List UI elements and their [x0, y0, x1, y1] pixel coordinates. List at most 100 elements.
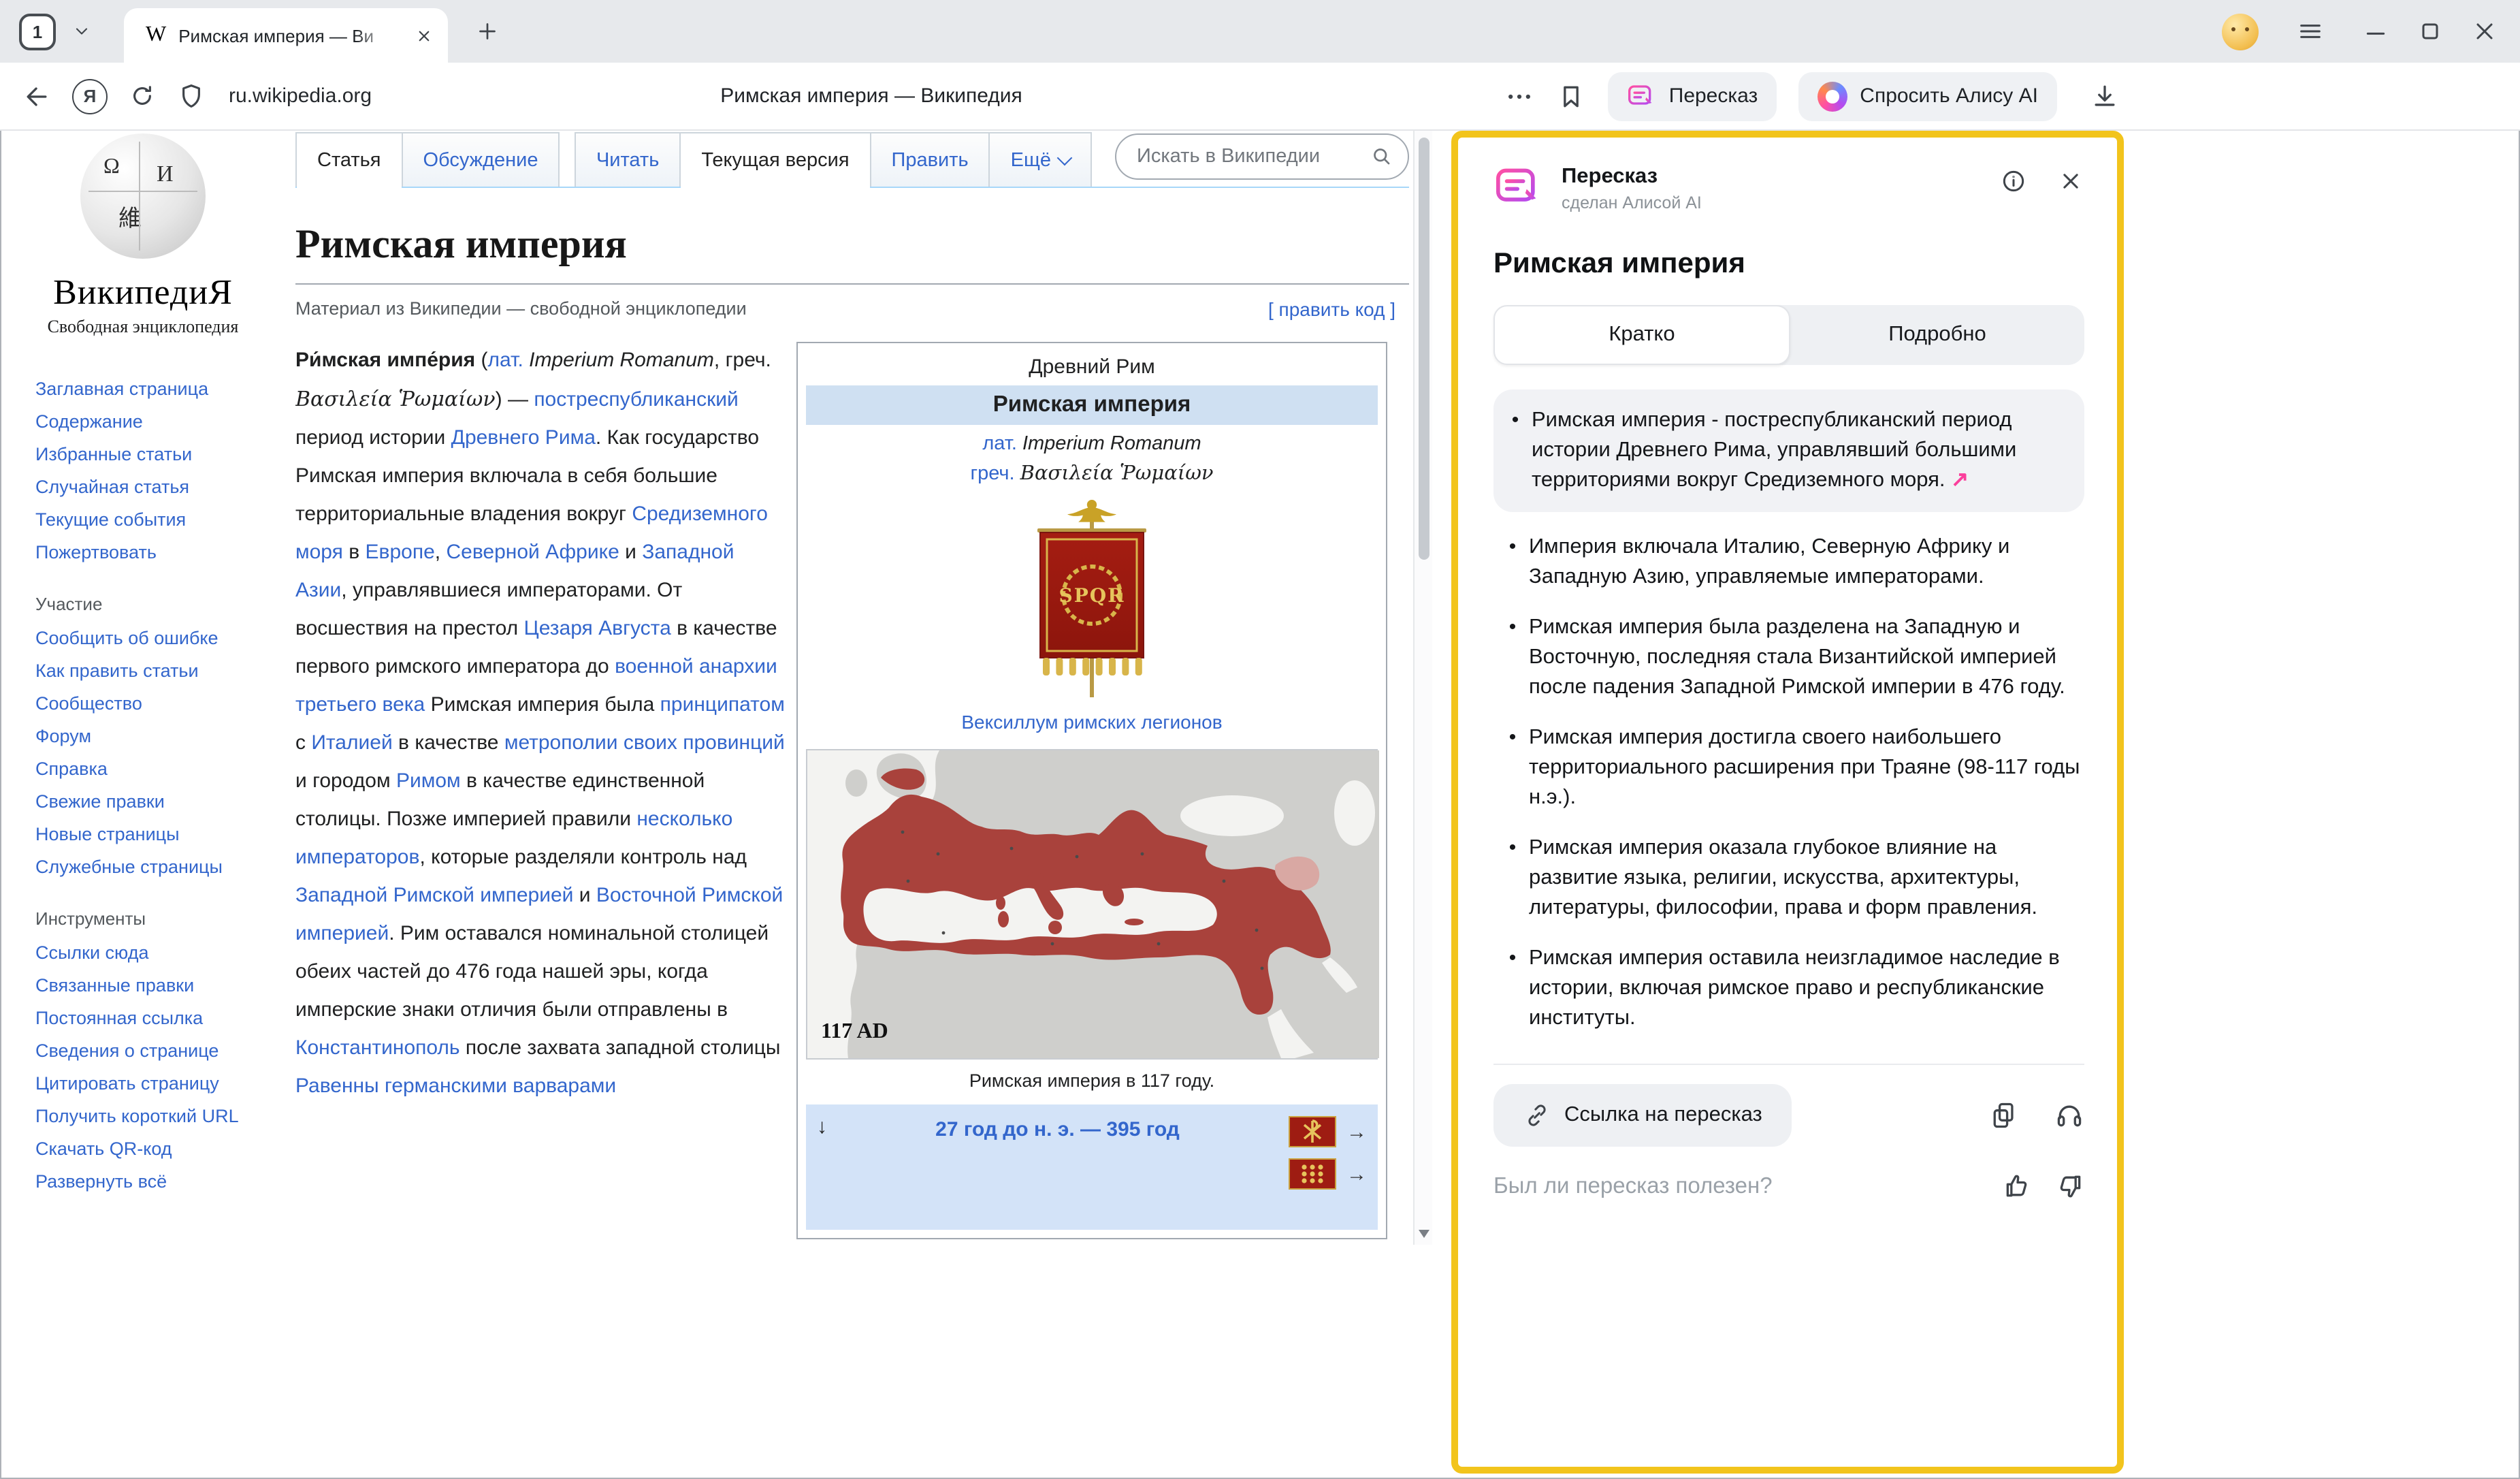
- map-year-label: 117 AD: [821, 1020, 888, 1045]
- vexillum-image[interactable]: SPQR: [806, 498, 1378, 703]
- sidebar-link[interactable]: Свежие правки: [35, 786, 245, 818]
- sidebar-link[interactable]: Пожертвовать: [35, 537, 245, 569]
- greek-label-link[interactable]: греч.: [971, 463, 1015, 485]
- retell-link-button[interactable]: Ссылка на пересказ: [1493, 1084, 1792, 1147]
- scrollbar-thumb[interactable]: [1418, 138, 1429, 560]
- retell-toolbar-button[interactable]: Пересказ: [1608, 71, 1777, 121]
- browser-tab-active[interactable]: W Римская империя — Ви: [124, 8, 448, 63]
- tab-talk[interactable]: Обсуждение: [402, 132, 560, 187]
- download-icon[interactable]: [2090, 81, 2120, 111]
- sidebar-link[interactable]: Сообщить об ошибке: [35, 622, 245, 655]
- wiki-inline-link[interactable]: Италией: [311, 731, 392, 754]
- sidebar-link[interactable]: Скачать QR-код: [35, 1133, 245, 1166]
- browser-menu-icon[interactable]: [2297, 18, 2324, 45]
- wiki-inline-link[interactable]: принципатом: [660, 693, 785, 716]
- wiki-inline-link[interactable]: метрополии своих провинций: [504, 731, 785, 754]
- source-link-arrow[interactable]: ↗: [1945, 468, 1969, 492]
- sidebar-link[interactable]: Сведения о странице: [35, 1035, 245, 1068]
- window-maximize-button[interactable]: [2417, 18, 2444, 45]
- wiki-inline-link[interactable]: Древнего Рима: [451, 426, 596, 449]
- tab-read[interactable]: Читать: [575, 132, 681, 187]
- article-header-tabs: Статья Обсуждение Читать Текущая версия …: [295, 131, 1409, 188]
- sidebar-link[interactable]: Получить короткий URL: [35, 1100, 245, 1133]
- sidebar-link[interactable]: Заглавная страница: [35, 373, 245, 406]
- window-close-button[interactable]: [2471, 18, 2498, 45]
- page-scrollbar[interactable]: [1413, 131, 1432, 1245]
- timeline-era-link[interactable]: 27 год до н. э. — 395 год: [827, 1118, 1288, 1141]
- article-lead-paragraph: Ри́мская импе́рия (лат. Imperium Romanum…: [295, 342, 788, 1106]
- back-icon[interactable]: [22, 81, 52, 111]
- listen-headphones-icon[interactable]: [2054, 1100, 2084, 1130]
- thumbs-down-icon[interactable]: [2054, 1171, 2084, 1201]
- wiki-search-input[interactable]: [1115, 133, 1409, 179]
- scrollbar-down-arrow[interactable]: [1419, 1230, 1429, 1238]
- profile-avatar[interactable]: [2222, 13, 2259, 50]
- sidebar-link[interactable]: Постоянная ссылка: [35, 1002, 245, 1035]
- copy-icon[interactable]: [1989, 1100, 2019, 1130]
- tab-edit[interactable]: Править: [870, 132, 990, 187]
- tab-group-chevron-icon[interactable]: [72, 22, 91, 41]
- tab-more[interactable]: Ещё: [989, 132, 1092, 187]
- tab-current-version[interactable]: Текущая версия: [679, 132, 871, 187]
- lead-text: [379, 1075, 385, 1098]
- tab-brief[interactable]: Кратко: [1493, 305, 1790, 365]
- summary-bullet: •Римская империя была разделена на Запад…: [1493, 613, 2084, 703]
- wiki-inline-link[interactable]: лат.: [488, 349, 523, 372]
- wiki-inline-link[interactable]: Равенны: [295, 1075, 379, 1098]
- more-actions-icon[interactable]: [1504, 81, 1534, 111]
- yandex-search-icon[interactable]: Я: [72, 78, 108, 114]
- tab-close-icon[interactable]: [414, 25, 434, 46]
- sidebar-link[interactable]: Текущие события: [35, 504, 245, 537]
- bullet-text: Римская империя оказала глубокое влияние…: [1529, 833, 2082, 923]
- sidebar-link[interactable]: Развернуть всё: [35, 1166, 245, 1198]
- sidebar-link[interactable]: Форум: [35, 720, 245, 753]
- successor-flag-row[interactable]: →: [1288, 1158, 1367, 1190]
- wiki-inline-link[interactable]: Цезаря Августа: [524, 617, 671, 640]
- close-icon[interactable]: [2057, 168, 2084, 195]
- window-minimize-button[interactable]: [2362, 18, 2389, 45]
- sidebar-link[interactable]: Служебные страницы: [35, 851, 245, 884]
- thumbs-up-icon[interactable]: [2003, 1171, 2033, 1201]
- tab-group-badge[interactable]: 1: [19, 13, 56, 50]
- wiki-inline-link[interactable]: Европе: [366, 541, 435, 564]
- lead-text: и городом: [295, 769, 396, 793]
- latin-label-link[interactable]: лат.: [982, 433, 1017, 455]
- wiki-inline-link[interactable]: Римом: [396, 769, 461, 793]
- wiki-inline-link[interactable]: Западной Римской империей: [295, 884, 573, 907]
- sidebar-link[interactable]: Избранные статьи: [35, 439, 245, 471]
- sidebar-link[interactable]: Содержание: [35, 406, 245, 439]
- wiki-inline-link[interactable]: Северной Афри­ке: [446, 541, 619, 564]
- sidebar-link[interactable]: Сообщество: [35, 688, 245, 720]
- wiki-inline-link[interactable]: германскими варварами: [385, 1075, 616, 1098]
- timeline-down-arrow[interactable]: ↓: [817, 1115, 827, 1139]
- ask-alice-button[interactable]: Спросить Алису AI: [1798, 71, 2057, 121]
- tab-article[interactable]: Статья: [295, 132, 403, 187]
- wiki-inline-link[interactable]: Константинополь: [295, 1036, 460, 1060]
- empire-map-image[interactable]: 117 AD: [806, 749, 1378, 1060]
- search-icon[interactable]: [1370, 144, 1394, 168]
- wiki-inline-link[interactable]: постреспубликанский: [534, 388, 738, 411]
- info-icon[interactable]: [2000, 168, 2027, 195]
- succession-arrow: →: [1346, 1120, 1367, 1143]
- reload-icon[interactable]: [128, 82, 157, 110]
- sidebar-link[interactable]: Случайная статья: [35, 471, 245, 504]
- protect-shield-icon[interactable]: [177, 82, 206, 110]
- url-text[interactable]: ru.wikipedia.org: [229, 84, 372, 108]
- wikipedia-globe-logo[interactable]: ΩИ維: [80, 133, 206, 259]
- sidebar-link[interactable]: Справка: [35, 753, 245, 786]
- edit-code-link[interactable]: [ править код ]: [1268, 298, 1395, 320]
- map-caption: Римская империя в 117 году.: [806, 1070, 1378, 1091]
- tab-detailed[interactable]: Подробно: [1790, 305, 2084, 365]
- sidebar-section-tools: Инструменты: [35, 908, 286, 929]
- vexillum-caption-link[interactable]: Вексиллум римских легионов: [806, 711, 1378, 733]
- sidebar-link[interactable]: Как править статьи: [35, 655, 245, 688]
- sidebar-link[interactable]: Цитировать страницу: [35, 1068, 245, 1100]
- new-tab-button[interactable]: [475, 19, 500, 44]
- sidebar-link[interactable]: Новые страницы: [35, 818, 245, 851]
- sidebar-link[interactable]: Ссылки сюда: [35, 937, 245, 970]
- lead-text: период истории: [295, 426, 451, 449]
- successor-flag-row[interactable]: →: [1288, 1115, 1367, 1148]
- sidebar-link[interactable]: Связанные правки: [35, 970, 245, 1002]
- bookmark-flag-icon[interactable]: [1556, 81, 1586, 111]
- ask-alice-label: Спросить Алису AI: [1860, 84, 2038, 108]
